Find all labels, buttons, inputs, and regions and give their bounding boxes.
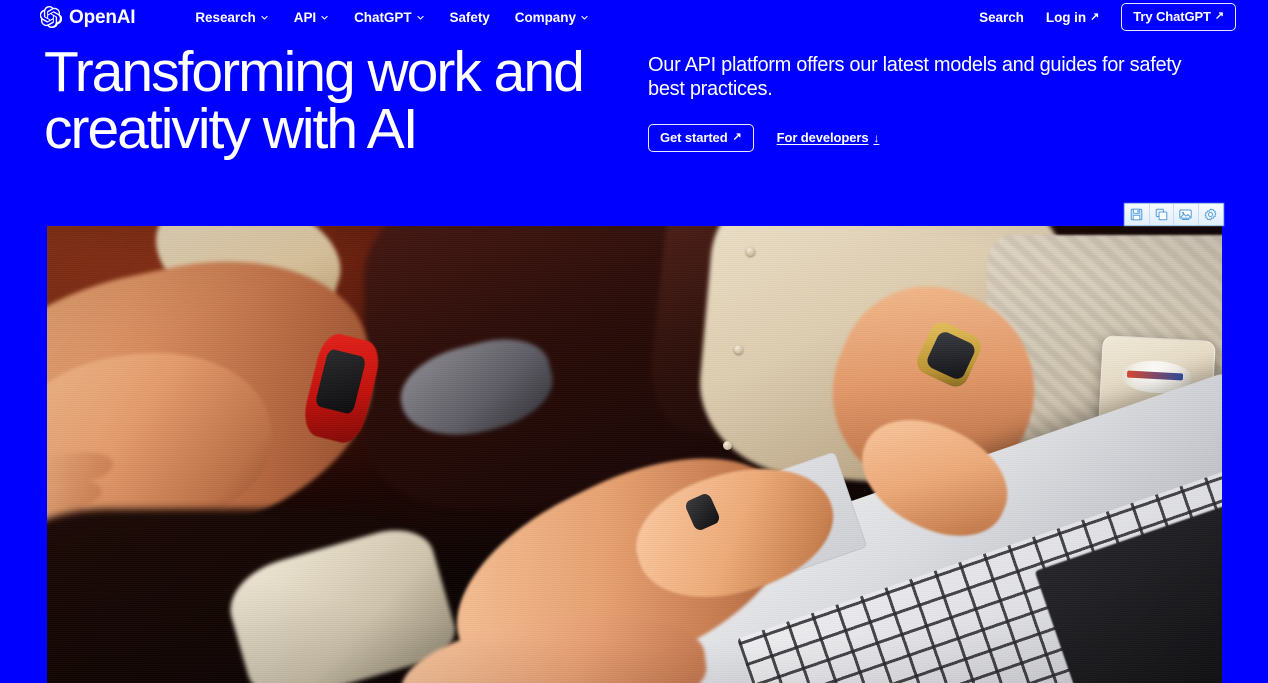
- hero-photo-composition: [47, 226, 1222, 683]
- nav-item-api-label: API: [293, 9, 317, 25]
- copy-icon[interactable]: [1149, 204, 1174, 225]
- page-title: Transforming work and creativity with AI: [44, 40, 585, 161]
- save-icon[interactable]: [1125, 204, 1150, 225]
- try-chatgpt-button[interactable]: Try ChatGPT ↗: [1121, 3, 1236, 31]
- for-developers-label: For developers: [776, 130, 869, 146]
- try-chatgpt-label: Try ChatGPT: [1133, 9, 1211, 24]
- nav-item-company-label: Company: [514, 9, 576, 25]
- hero-cta-row: Get started ↗ For developers ↓: [648, 123, 1220, 152]
- image-overlay-toolbar: [1124, 203, 1224, 226]
- hero-section: Transforming work and creativity with AI…: [0, 44, 1268, 194]
- hero-copy-column: Our API platform offers our latest model…: [648, 44, 1220, 194]
- login-link[interactable]: Log in ↗: [1046, 10, 1099, 25]
- get-started-label: Get started: [660, 129, 728, 145]
- secondary-nav-links: Search Log in ↗ Try ChatGPT ↗: [979, 3, 1236, 31]
- openai-blossom-logo-icon: [40, 6, 62, 28]
- image-icon[interactable]: [1174, 204, 1199, 225]
- search-label: Search: [979, 9, 1024, 25]
- nav-item-chatgpt[interactable]: ChatGPT: [354, 10, 424, 25]
- nav-item-research-label: Research: [195, 9, 256, 25]
- get-started-button[interactable]: Get started ↗: [648, 123, 754, 152]
- hero-subhead: Our API platform offers our latest model…: [648, 54, 1182, 101]
- chevron-down-icon: [320, 13, 329, 22]
- arrow-up-right-icon: ↗: [732, 130, 742, 143]
- chevron-down-icon: [416, 13, 425, 22]
- top-navigation-bar: OpenAI Research API ChatGPT Safety Compa…: [0, 0, 1268, 34]
- nav-item-safety[interactable]: Safety: [450, 10, 490, 25]
- chevron-down-icon: [260, 13, 269, 22]
- hero-image: [47, 226, 1222, 683]
- login-label: Log in: [1045, 9, 1087, 25]
- settings-icon[interactable]: [1198, 204, 1223, 225]
- hero-headline-column: Transforming work and creativity with AI: [44, 44, 644, 194]
- photo-shirt-button: [746, 246, 756, 256]
- page-root: OpenAI Research API ChatGPT Safety Compa…: [0, 0, 1268, 683]
- openai-logo-link[interactable]: OpenAI: [40, 6, 136, 28]
- search-button[interactable]: Search: [979, 10, 1024, 25]
- nav-item-api[interactable]: API: [294, 10, 329, 25]
- photo-shirt-button: [722, 440, 732, 450]
- arrow-up-right-icon: ↗: [1090, 10, 1100, 23]
- brand-name: OpenAI: [69, 6, 136, 28]
- arrow-down-icon: ↓: [873, 130, 880, 145]
- nav-item-company[interactable]: Company: [515, 10, 589, 25]
- for-developers-link[interactable]: For developers ↓: [777, 130, 880, 145]
- arrow-up-right-icon: ↗: [1214, 10, 1224, 22]
- nav-item-safety-label: Safety: [449, 9, 490, 25]
- primary-nav-links: Research API ChatGPT Safety Company: [195, 10, 589, 25]
- nav-item-research[interactable]: Research: [195, 10, 268, 25]
- chevron-down-icon: [580, 13, 589, 22]
- nav-item-chatgpt-label: ChatGPT: [354, 9, 412, 25]
